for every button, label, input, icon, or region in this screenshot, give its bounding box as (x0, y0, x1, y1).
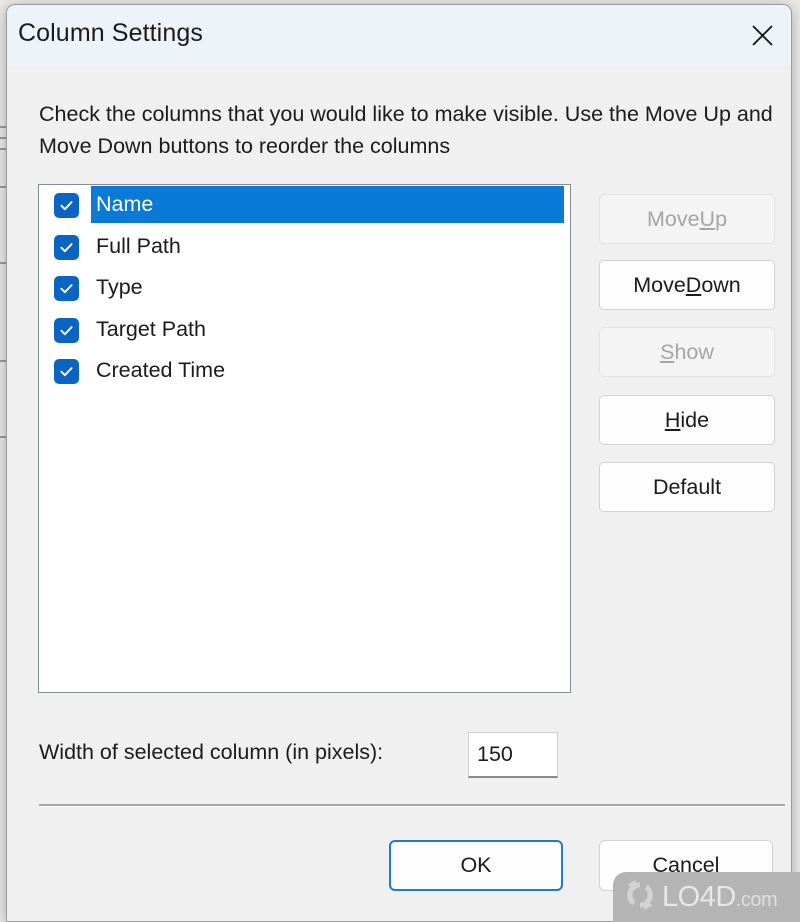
circular-arrows-icon (622, 877, 658, 918)
move-down-mnemonic: D (685, 272, 702, 297)
list-item-label: Name (96, 192, 154, 217)
default-label: Default (652, 474, 722, 499)
selection-highlight (91, 186, 564, 223)
move-down-label-pre: Move (633, 272, 686, 297)
watermark-text: LO4D.com (662, 880, 778, 914)
show-mnemonic: S (660, 339, 675, 364)
ok-label: OK (460, 853, 492, 877)
move-down-label-post: own (701, 272, 741, 297)
show-label-post: how (674, 339, 714, 364)
default-button[interactable]: Default (599, 462, 775, 512)
list-item[interactable]: Target Path (39, 310, 570, 352)
ok-button[interactable]: OK (389, 840, 563, 891)
list-item-label: Created Time (96, 358, 226, 383)
hide-button[interactable]: Hide (599, 395, 775, 445)
watermark-suffix: .com (735, 888, 778, 911)
dialog-titlebar: Column Settings (7, 5, 791, 66)
hide-label-post: ide (680, 407, 710, 432)
checkmark-icon[interactable] (54, 193, 79, 219)
move-up-mnemonic: U (699, 206, 716, 231)
move-up-label-post: p (715, 206, 728, 231)
hide-mnemonic: H (664, 407, 681, 432)
move-down-button[interactable]: Move Down (599, 260, 775, 310)
footer-separator (39, 804, 785, 807)
list-item[interactable]: Full Path (39, 227, 570, 269)
instruction-text: Check the columns that you would like to… (39, 102, 773, 158)
column-width-label: Width of selected column (in pixels): (39, 740, 384, 764)
close-icon[interactable] (733, 5, 791, 66)
column-list[interactable]: Name Full Path Type Target Path Created … (38, 184, 571, 693)
watermark: LO4D.com (613, 872, 800, 922)
list-item[interactable]: Type (39, 268, 570, 310)
move-up-label-pre: Move (646, 206, 700, 231)
show-button[interactable]: Show (599, 327, 775, 377)
list-item-label: Full Path (96, 233, 181, 258)
column-width-input[interactable] (468, 732, 558, 778)
watermark-brand: LO4D (662, 880, 736, 913)
checkmark-icon[interactable] (54, 234, 79, 260)
list-item-label: Type (96, 275, 143, 300)
list-item[interactable]: Name (39, 185, 570, 227)
checkmark-icon[interactable] (54, 276, 79, 302)
dialog-title: Column Settings (18, 19, 203, 47)
checkmark-icon[interactable] (54, 317, 79, 343)
checkmark-icon[interactable] (54, 359, 79, 385)
move-up-button[interactable]: Move Up (599, 194, 775, 244)
list-item[interactable]: Created Time (39, 351, 570, 393)
column-settings-dialog: Column Settings Check the columns that y… (6, 4, 792, 922)
list-item-label: Target Path (96, 316, 206, 341)
